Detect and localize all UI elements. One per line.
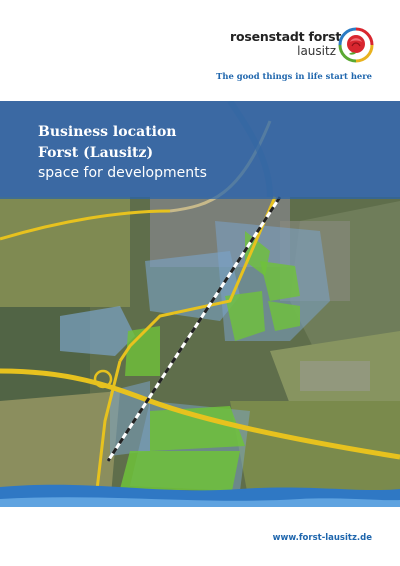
brochure-cover: rosenstadt forst lausitz The good things… (0, 0, 400, 566)
title-secondary: Forst (Lausitz) (38, 145, 154, 161)
tagline: The good things in life start here (216, 71, 372, 81)
website-link[interactable]: www.forst-lausitz.de (273, 533, 372, 543)
rose-logo-icon (338, 27, 374, 63)
brand-subname: lausitz (297, 44, 336, 58)
title-primary: Business location (38, 124, 177, 140)
brand-logo[interactable]: rosenstadt forst lausitz (230, 27, 380, 73)
title-subtitle: space for developments (38, 165, 207, 181)
brand-name: rosenstadt forst (230, 29, 342, 44)
